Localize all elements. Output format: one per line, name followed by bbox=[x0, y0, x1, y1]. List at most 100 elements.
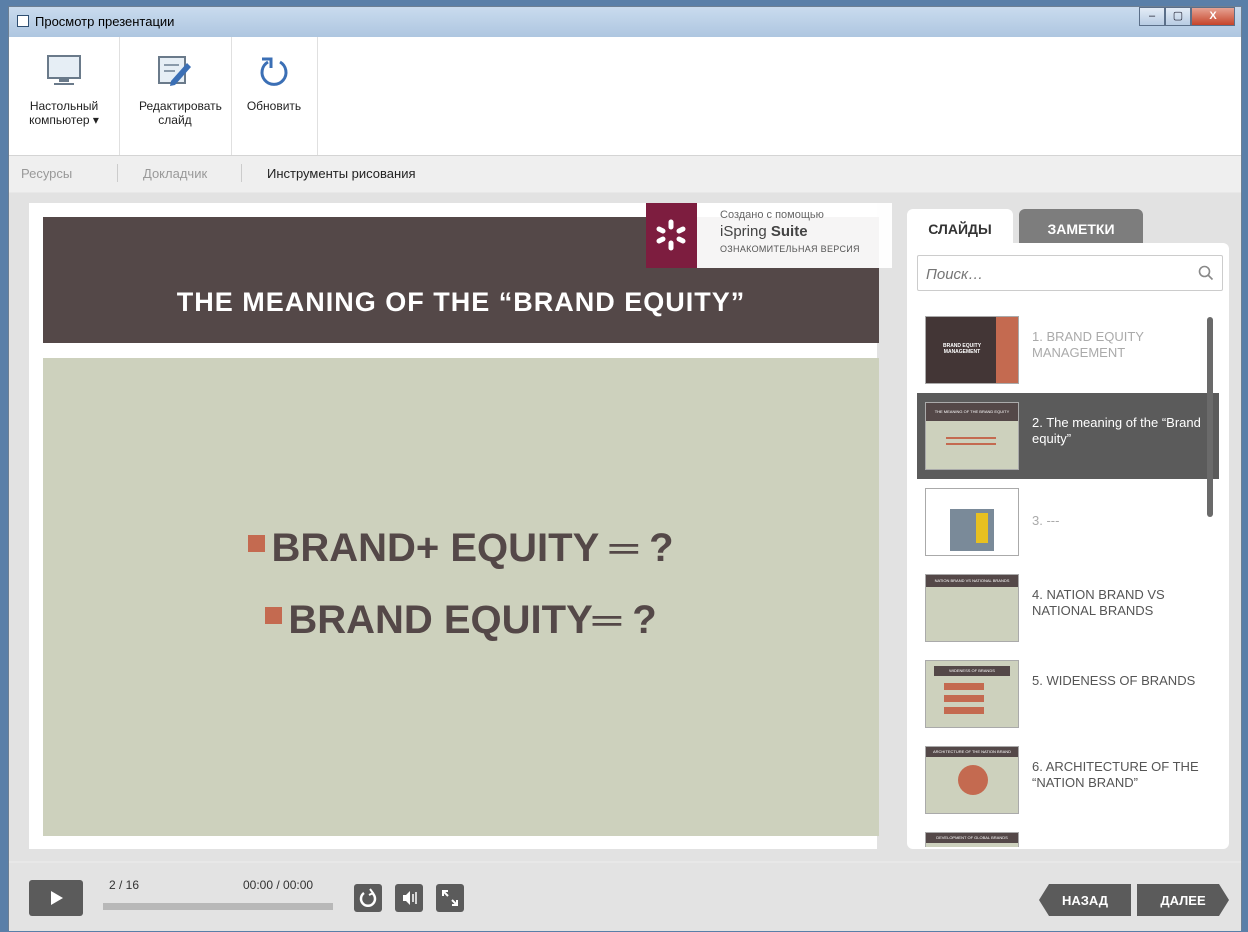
play-button[interactable] bbox=[29, 880, 83, 916]
bullet-square-icon bbox=[248, 535, 266, 552]
watermark-product-edition: Suite bbox=[770, 223, 808, 240]
slide-list-label: 2. The meaning of the “Brand equity” bbox=[1032, 415, 1201, 446]
slide-list-item[interactable]: WIDENESS OF BRANDS 5. WIDENESS OF BRANDS bbox=[917, 651, 1219, 737]
next-button[interactable]: ДАЛЕЕ bbox=[1137, 884, 1229, 916]
slide-thumbnail: ARCHITECTURE OF THE NATION BRAND bbox=[925, 746, 1019, 814]
progress-bar[interactable] bbox=[103, 903, 333, 910]
thumb-figure bbox=[976, 513, 988, 543]
thumb-text: WIDENESS OF BRANDS bbox=[949, 668, 995, 673]
edit-slide-label: Редактировать слайд bbox=[139, 99, 222, 127]
desktop-view-label: Настольный компьютер ▾ bbox=[29, 99, 99, 127]
toolbar: Настольный компьютер ▾ Редактировать сла… bbox=[9, 37, 1241, 156]
ribbon-tabs: Ресурсы Докладчик Инструменты рисования bbox=[9, 156, 1241, 192]
watermark-product: iSpring Suite bbox=[720, 223, 808, 240]
fullscreen-icon bbox=[442, 890, 458, 906]
bullet-text: BRAND EQUITY═ ? bbox=[288, 598, 657, 642]
watermark-trial: ОЗНАКОМИТЕЛЬНАЯ ВЕРСИЯ bbox=[720, 244, 860, 254]
slide-thumbnail: NATION BRAND VS NATIONAL BRANDS bbox=[925, 574, 1019, 642]
fullscreen-button[interactable] bbox=[436, 884, 464, 912]
slide-thumbnail: BRAND EQUITY MANAGEMENT bbox=[925, 316, 1019, 384]
slide-list-item-active[interactable]: THE MEANING OF THE BRAND EQUITY 2. The m… bbox=[917, 393, 1219, 479]
tab-slides-label: СЛАЙДЫ bbox=[928, 221, 992, 237]
slide-list-label: 4. NATION BRAND VS NATIONAL BRANDS bbox=[1032, 587, 1165, 618]
replay-icon bbox=[359, 888, 377, 907]
ispring-asterisk-icon bbox=[656, 219, 686, 251]
search-input[interactable] bbox=[924, 262, 1178, 286]
player-controls: 2 / 16 00:00 / 00:00 НАЗАД ДАЛЕЕ bbox=[9, 863, 1241, 931]
slide-thumbnail: DEVELOPMENT OF GLOBAL BRANDS bbox=[925, 832, 1019, 847]
slide-bullet: BRAND EQUITY═ ? bbox=[43, 598, 879, 643]
preview-icon bbox=[17, 15, 29, 27]
close-button[interactable]: X bbox=[1191, 7, 1235, 26]
ispring-watermark: Создано с помощью iSpring Suite ОЗНАКОМИ… bbox=[646, 203, 892, 268]
presentation-stage: THE MEANING OF THE “BRAND EQUITY” BRAND+… bbox=[9, 193, 1241, 861]
slide-title: THE MEANING OF THE “BRAND EQUITY” bbox=[176, 287, 746, 317]
next-label: ДАЛЕЕ bbox=[1160, 893, 1206, 908]
slide-list-scrollbar[interactable] bbox=[1207, 317, 1213, 517]
tab-divider bbox=[241, 164, 242, 182]
slide-list-item[interactable]: 3. --- bbox=[917, 479, 1219, 565]
thumb-text: BRAND EQUITY MANAGEMENT bbox=[942, 343, 982, 355]
slide-body: BRAND+ EQUITY ═ ? BRAND EQUITY═ ? bbox=[43, 358, 879, 836]
search-box bbox=[917, 255, 1223, 291]
back-label: НАЗАД bbox=[1061, 893, 1109, 908]
bullet-square-icon bbox=[265, 607, 283, 624]
thumb-text: THE MEANING OF THE BRAND EQUITY bbox=[934, 409, 1010, 414]
tab-presenter[interactable]: Докладчик bbox=[143, 166, 207, 181]
volume-button[interactable] bbox=[395, 884, 423, 912]
tab-divider bbox=[117, 164, 118, 182]
slide-thumbnail: THE MEANING OF THE BRAND EQUITY bbox=[925, 402, 1019, 470]
thumb-circle bbox=[958, 765, 988, 795]
slide-list-item[interactable]: NATION BRAND VS NATIONAL BRANDS 4. NATIO… bbox=[917, 565, 1219, 651]
desktop-view-button[interactable]: Настольный компьютер ▾ bbox=[9, 37, 120, 155]
slide-list-label: 1. BRAND EQUITY MANAGEMENT bbox=[1032, 329, 1144, 360]
volume-icon bbox=[403, 891, 417, 905]
edit-slide-button[interactable]: Редактировать слайд bbox=[119, 37, 232, 155]
tab-notes[interactable]: ЗАМЕТКИ bbox=[1019, 209, 1143, 243]
minimize-button[interactable]: – bbox=[1139, 7, 1165, 26]
slide-list-item[interactable]: BRAND EQUITY MANAGEMENT 1. BRAND EQUITY … bbox=[917, 307, 1219, 393]
watermark-created-with: Создано с помощью bbox=[720, 209, 824, 221]
slides-panel-body: BRAND EQUITY MANAGEMENT 1. BRAND EQUITY … bbox=[907, 243, 1229, 849]
thumb-text: ARCHITECTURE OF THE NATION BRAND bbox=[932, 749, 1012, 754]
window-title: Просмотр презентации bbox=[35, 14, 175, 29]
thumb-box bbox=[944, 683, 984, 690]
back-button[interactable]: НАЗАД bbox=[1039, 884, 1131, 916]
slides-panel: СЛАЙДЫ ЗАМЕТКИ BRAND EQUITY MANAGEMENT bbox=[907, 203, 1229, 849]
search-icon[interactable] bbox=[1198, 265, 1214, 281]
thumb-bullet bbox=[946, 437, 996, 439]
time-display: 00:00 / 00:00 bbox=[243, 878, 314, 892]
slide-thumbnail: WIDENESS OF BRANDS bbox=[925, 660, 1019, 728]
maximize-button[interactable]: ▢ bbox=[1165, 7, 1191, 26]
tab-slides[interactable]: СЛАЙДЫ bbox=[907, 209, 1013, 243]
monitor-icon bbox=[47, 55, 81, 85]
tab-drawing-tools[interactable]: Инструменты рисования bbox=[267, 166, 416, 181]
current-slide: THE MEANING OF THE “BRAND EQUITY” BRAND+… bbox=[29, 203, 892, 849]
replay-button[interactable] bbox=[354, 884, 382, 912]
presentation-viewer-window: Просмотр презентации – ▢ X Настольный ко… bbox=[8, 6, 1242, 931]
ispring-logo bbox=[646, 203, 697, 268]
slide-list: BRAND EQUITY MANAGEMENT 1. BRAND EQUITY … bbox=[907, 307, 1229, 847]
thumb-accent bbox=[996, 317, 1018, 383]
tab-resources[interactable]: Ресурсы bbox=[21, 166, 72, 181]
edit-slide-icon bbox=[158, 56, 191, 86]
watermark-product-name: iSpring bbox=[720, 223, 771, 240]
thumb-bullet bbox=[946, 443, 996, 445]
slide-counter: 2 / 16 bbox=[109, 878, 140, 892]
refresh-button[interactable]: Обновить bbox=[231, 37, 318, 155]
play-icon bbox=[51, 891, 63, 905]
slide-thumbnail bbox=[925, 488, 1019, 556]
title-bar: Просмотр презентации – ▢ X bbox=[9, 7, 1241, 37]
slide-list-item[interactable]: ARCHITECTURE OF THE NATION BRAND 6. ARCH… bbox=[917, 737, 1219, 823]
slide-list-label: 3. --- bbox=[1032, 513, 1060, 528]
thumb-box bbox=[944, 695, 984, 702]
slide-list-label: 5. WIDENESS OF BRANDS bbox=[1032, 673, 1196, 688]
window-controls: – ▢ X bbox=[1139, 7, 1235, 27]
tab-notes-label: ЗАМЕТКИ bbox=[1047, 221, 1115, 237]
thumb-text: NATION BRAND VS NATIONAL BRANDS bbox=[934, 578, 1010, 583]
refresh-icon bbox=[260, 57, 288, 86]
slide-bullet: BRAND+ EQUITY ═ ? bbox=[43, 526, 879, 571]
thumb-box bbox=[944, 707, 984, 714]
slide-list-item[interactable]: DEVELOPMENT OF GLOBAL BRANDS bbox=[917, 823, 1219, 847]
slide-list-label: 6. ARCHITECTURE OF THE “NATION BRAND” bbox=[1032, 759, 1199, 790]
